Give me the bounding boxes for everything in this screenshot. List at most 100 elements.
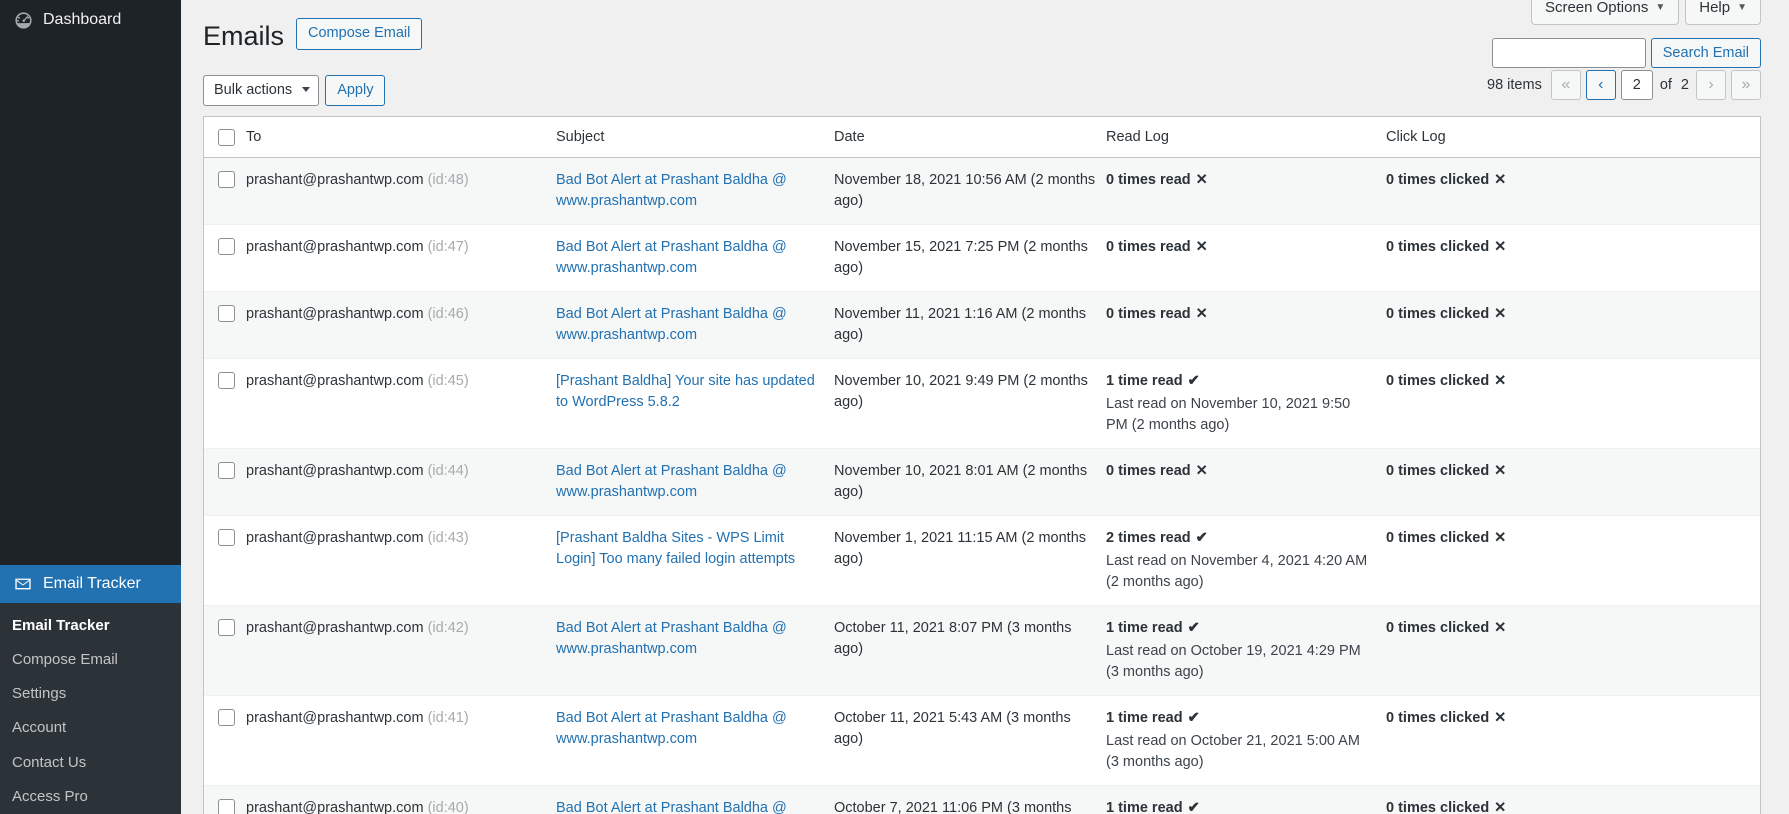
row-checkbox[interactable] bbox=[218, 171, 235, 189]
table-row: prashant@prashantwp.com (id:40) Bad Bot A… bbox=[204, 785, 1760, 814]
row-checkbox[interactable] bbox=[218, 619, 235, 637]
column-header-read-log[interactable]: Read Log bbox=[1106, 117, 1386, 159]
table-body: prashant@prashantwp.com (id:48) Bad Bot A… bbox=[204, 158, 1760, 814]
submenu-item-settings[interactable]: Settings bbox=[0, 677, 181, 711]
recipient-email: prashant@prashantwp.com bbox=[246, 306, 424, 323]
click-status-icon: ✕ bbox=[1494, 463, 1507, 480]
column-header-date[interactable]: Date bbox=[834, 117, 1106, 159]
click-count: 0 times clicked bbox=[1386, 239, 1490, 256]
next-page-button[interactable]: › bbox=[1696, 70, 1726, 101]
click-count: 0 times clicked bbox=[1386, 710, 1490, 727]
recipient-email: prashant@prashantwp.com bbox=[246, 172, 424, 189]
click-status-icon: ✕ bbox=[1494, 800, 1507, 814]
cell-date: November 10, 2021 8:01 AM (2 months ago) bbox=[834, 448, 1106, 516]
table-row: prashant@prashantwp.com (id:42) Bad Bot A… bbox=[204, 605, 1760, 696]
pagination: 98 items « ‹ 2 of 2 › » bbox=[1487, 70, 1761, 101]
cell-subject: [Prashant Baldha Sites - WPS Limit Login… bbox=[556, 515, 834, 606]
cell-to: prashant@prashantwp.com (id:48) bbox=[246, 158, 556, 225]
first-page-button[interactable]: « bbox=[1550, 70, 1581, 101]
read-count: 1 time read bbox=[1106, 620, 1183, 637]
row-checkbox[interactable] bbox=[218, 709, 235, 727]
column-header-read-log-label[interactable]: Read Log bbox=[1106, 129, 1169, 145]
cell-to: prashant@prashantwp.com (id:47) bbox=[246, 224, 556, 292]
row-select-cell bbox=[204, 515, 246, 606]
click-count: 0 times clicked bbox=[1386, 306, 1490, 323]
subject-link[interactable]: Bad Bot Alert at Prashant Baldha @ www.p… bbox=[556, 306, 787, 343]
click-count: 0 times clicked bbox=[1386, 530, 1490, 547]
cell-date: October 7, 2021 11:06 PM (3 months ago) bbox=[834, 785, 1106, 814]
email-id: (id:41) bbox=[427, 710, 469, 727]
apply-button[interactable]: Apply bbox=[325, 74, 386, 106]
column-header-subject[interactable]: Subject bbox=[556, 117, 834, 159]
compose-email-button[interactable]: Compose Email bbox=[296, 18, 423, 50]
help-tab[interactable]: Help ▼ bbox=[1685, 0, 1761, 25]
read-status-icon: ✔ bbox=[1195, 530, 1208, 547]
bulk-actions-select[interactable]: Bulk actions bbox=[203, 74, 320, 106]
cell-read-log: 0 times read ✕ bbox=[1106, 224, 1386, 292]
subject-link[interactable]: Bad Bot Alert at Prashant Baldha @ www.p… bbox=[556, 800, 787, 814]
column-header-click-log[interactable]: Click Log bbox=[1386, 117, 1760, 159]
row-checkbox[interactable] bbox=[218, 305, 235, 323]
subject-link[interactable]: Bad Bot Alert at Prashant Baldha @ www.p… bbox=[556, 239, 787, 276]
column-header-subject-label[interactable]: Subject bbox=[556, 129, 604, 145]
cell-date: October 11, 2021 5:43 AM (3 months ago) bbox=[834, 695, 1106, 786]
read-count: 2 times read bbox=[1106, 530, 1191, 547]
click-count: 0 times clicked bbox=[1386, 463, 1490, 480]
search-box: Search Email bbox=[1491, 38, 1761, 68]
subject-link[interactable]: Bad Bot Alert at Prashant Baldha @ www.p… bbox=[556, 463, 787, 500]
sidebar-item-email-tracker[interactable]: Email Tracker bbox=[0, 564, 189, 603]
column-header-click-log-label[interactable]: Click Log bbox=[1386, 129, 1446, 145]
email-id: (id:47) bbox=[427, 239, 469, 256]
select-all-checkbox[interactable] bbox=[218, 129, 235, 147]
page-title: Emails bbox=[203, 21, 285, 51]
read-status-icon: ✕ bbox=[1195, 463, 1208, 480]
recipient-email: prashant@prashantwp.com bbox=[246, 373, 424, 390]
row-select-cell bbox=[204, 785, 246, 814]
row-checkbox[interactable] bbox=[218, 799, 235, 814]
read-detail: Last read on October 19, 2021 4:29 PM (3… bbox=[1106, 643, 1361, 681]
recipient-email: prashant@prashantwp.com bbox=[246, 463, 424, 480]
row-checkbox[interactable] bbox=[218, 462, 235, 480]
screen-options-tab[interactable]: Screen Options ▼ bbox=[1530, 0, 1680, 25]
subject-link[interactable]: Bad Bot Alert at Prashant Baldha @ www.p… bbox=[556, 172, 787, 209]
recipient-email: prashant@prashantwp.com bbox=[246, 530, 424, 547]
subject-link[interactable]: Bad Bot Alert at Prashant Baldha @ www.p… bbox=[556, 710, 787, 747]
email-id: (id:40) bbox=[427, 800, 469, 814]
submenu-item-compose-email[interactable]: Compose Email bbox=[0, 643, 181, 677]
cell-subject: Bad Bot Alert at Prashant Baldha @ www.p… bbox=[556, 448, 834, 516]
search-input[interactable] bbox=[1491, 38, 1646, 68]
recipient-email: prashant@prashantwp.com bbox=[246, 239, 424, 256]
read-status-icon: ✔ bbox=[1187, 800, 1200, 814]
email-id: (id:48) bbox=[427, 172, 469, 189]
submenu-item-email-tracker[interactable]: Email Tracker bbox=[0, 609, 181, 643]
subject-link[interactable]: [Prashant Baldha Sites - WPS Limit Login… bbox=[556, 530, 795, 567]
click-status-icon: ✕ bbox=[1494, 239, 1507, 256]
submenu-item-contact-us[interactable]: Contact Us bbox=[0, 746, 181, 780]
cell-to: prashant@prashantwp.com (id:46) bbox=[246, 291, 556, 359]
sidebar-item-dashboard[interactable]: Dashboard bbox=[0, 0, 181, 40]
read-status-icon: ✕ bbox=[1195, 172, 1208, 189]
row-select-cell bbox=[204, 695, 246, 786]
read-count: 1 time read bbox=[1106, 373, 1183, 390]
search-email-button[interactable]: Search Email bbox=[1650, 38, 1761, 68]
subject-link[interactable]: [Prashant Baldha] Your site has updated … bbox=[556, 373, 815, 410]
column-header-date-label[interactable]: Date bbox=[834, 129, 865, 145]
last-page-button[interactable]: » bbox=[1731, 70, 1761, 101]
cell-subject: Bad Bot Alert at Prashant Baldha @ www.p… bbox=[556, 224, 834, 292]
sidebar-item-dashboard-label: Dashboard bbox=[43, 11, 122, 28]
sidebar-item-email-tracker-label: Email Tracker bbox=[43, 574, 141, 592]
screen-options-label: Screen Options bbox=[1544, 0, 1649, 16]
read-status-icon: ✔ bbox=[1187, 620, 1200, 637]
row-checkbox[interactable] bbox=[218, 372, 235, 390]
read-detail: Last read on November 10, 2021 9:50 PM (… bbox=[1106, 396, 1351, 434]
submenu-item-account[interactable]: Account bbox=[0, 711, 181, 745]
cell-read-log: 1 time read ✔ Last read on October 19, 202… bbox=[1106, 605, 1386, 696]
submenu-item-access-pro[interactable]: Access Pro bbox=[0, 780, 181, 814]
row-checkbox[interactable] bbox=[218, 529, 235, 547]
bulk-actions-selected-label: Bulk actions bbox=[214, 82, 293, 99]
subject-link[interactable]: Bad Bot Alert at Prashant Baldha @ www.p… bbox=[556, 620, 787, 657]
row-checkbox[interactable] bbox=[218, 238, 235, 256]
current-page-input[interactable]: 2 bbox=[1620, 70, 1653, 101]
emails-table: To Subject Date Read Log Click Log prash… bbox=[203, 116, 1761, 814]
prev-page-button[interactable]: ‹ bbox=[1585, 70, 1616, 101]
